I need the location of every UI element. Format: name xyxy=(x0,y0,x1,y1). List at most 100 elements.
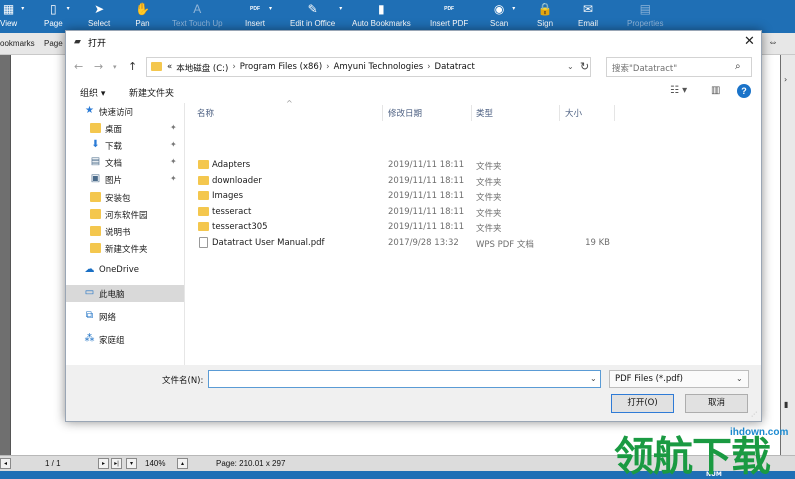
resize-grip-icon[interactable]: ⋰ xyxy=(751,411,757,418)
nav-item-label: 河东软件园 xyxy=(105,211,148,221)
nav-item[interactable]: 新建文件夹 xyxy=(66,240,184,257)
pin-icon[interactable]: ✦ xyxy=(170,140,177,149)
first-page-button[interactable]: ◂ xyxy=(0,458,11,469)
view-tool[interactable]: ▦ ▾ View xyxy=(0,0,24,33)
autobookmarks-tool[interactable]: ▮ Auto Bookmarks xyxy=(352,0,411,33)
chevron-down-icon[interactable]: ⌄ xyxy=(567,62,574,71)
nav-item[interactable]: ⬇ 下载 ✦ xyxy=(66,137,184,154)
zoom-up-button[interactable]: ▴ xyxy=(177,458,188,469)
column-header-size[interactable]: 大小 xyxy=(565,107,582,119)
dropdown-caret-icon[interactable]: ▾ xyxy=(21,6,24,12)
dropdown-caret-icon[interactable]: ▾ xyxy=(67,6,70,12)
file-row[interactable]: Images 2019/11/11 18:11 文件夹 xyxy=(186,189,761,204)
pan-tool[interactable]: ✋ Pan xyxy=(135,0,150,33)
email-tool[interactable]: ✉ Email xyxy=(578,0,598,33)
close-icon[interactable]: ✕ xyxy=(744,34,755,49)
column-separator[interactable] xyxy=(614,105,615,121)
pin-icon[interactable]: ✦ xyxy=(170,157,177,166)
filename-input[interactable]: ⌄ xyxy=(208,370,601,388)
nav-pane-divider[interactable] xyxy=(184,103,185,365)
rail-icon-1[interactable]: › xyxy=(784,75,787,84)
text-touch-up-tool-label: Text Touch Up xyxy=(172,19,223,28)
new-folder-button[interactable]: 新建文件夹 xyxy=(129,86,174,99)
forward-arrow-icon[interactable]: → xyxy=(94,60,103,73)
chevron-down-icon[interactable]: ⌄ xyxy=(736,374,743,383)
nav-item[interactable]: ☁ OneDrive xyxy=(66,262,184,279)
nav-item-label: 新建文件夹 xyxy=(105,245,148,255)
chevron-down-icon[interactable]: ⌄ xyxy=(590,374,597,383)
nav-item[interactable]: ⁂ 家庭组 xyxy=(66,331,184,348)
column-separator[interactable] xyxy=(471,105,472,121)
nav-item-label: OneDrive xyxy=(99,265,139,275)
breadcrumb-separator-icon[interactable]: › xyxy=(427,62,430,74)
search-input[interactable]: 搜索"Datatract" ⌕ xyxy=(606,57,752,77)
file-row[interactable]: tesseract 2019/11/11 18:11 文件夹 xyxy=(186,205,761,220)
nav-item[interactable]: 安装包 xyxy=(66,189,184,206)
breadcrumb-separator-icon[interactable]: › xyxy=(232,62,235,74)
back-arrow-icon[interactable]: ← xyxy=(74,60,83,73)
nav-item[interactable]: 说明书 xyxy=(66,223,184,240)
view-options-icon[interactable]: ☷ ▾ xyxy=(670,85,687,96)
double-arrow-icon[interactable]: ⇔ xyxy=(768,37,778,48)
preview-pane-icon[interactable]: ▥ xyxy=(711,85,720,96)
organize-button[interactable]: 组织 ▾ xyxy=(80,86,105,99)
column-separator[interactable] xyxy=(382,105,383,121)
nav-item[interactable]: ⧉ 网络 xyxy=(66,308,184,325)
page-dropdown-button[interactable]: ▾ xyxy=(126,458,137,469)
file-row[interactable]: Datatract User Manual.pdf 2017/9/28 13:32… xyxy=(186,236,761,251)
watermark: ihdown.com 领航下载 xyxy=(612,415,795,479)
breadcrumb-separator-icon[interactable]: › xyxy=(326,62,329,74)
select-tool-label: Select xyxy=(88,19,111,28)
dropdown-caret-icon[interactable]: ▾ xyxy=(269,6,272,12)
breadcrumb-item[interactable]: « xyxy=(167,62,172,74)
file-row[interactable]: downloader 2019/11/11 18:11 文件夹 xyxy=(186,174,761,189)
address-bar[interactable]: «本地磁盘 (C:) › Program Files (x86) › Amyuni Te… xyxy=(146,57,591,77)
properties-tool[interactable]: ▤ Properties xyxy=(627,0,663,33)
next-page-button[interactable]: ▸ xyxy=(98,458,109,469)
file-row[interactable]: Adapters 2019/11/11 18:11 文件夹 xyxy=(186,158,761,173)
pin-icon[interactable]: ✦ xyxy=(170,174,177,183)
up-arrow-icon[interactable]: ↑ xyxy=(128,60,137,73)
text-touch-up-tool[interactable]: A Text Touch Up xyxy=(172,0,223,33)
eye-icon-glyph: ◉ xyxy=(493,2,505,16)
sign-tool-label: Sign xyxy=(537,19,554,28)
nav-item[interactable]: 桌面 ✦ xyxy=(66,120,184,137)
sign-tool[interactable]: 🔒 Sign xyxy=(537,0,553,33)
column-header-date[interactable]: 修改日期 xyxy=(388,107,422,119)
breadcrumb-item[interactable]: Program Files (x86) xyxy=(240,62,322,74)
edit-in-office-tool[interactable]: ✎ ▾ Edit in Office xyxy=(290,0,342,33)
nav-item-label: 说明书 xyxy=(105,228,131,238)
refresh-icon[interactable]: ↻ xyxy=(580,60,589,73)
scan-tool[interactable]: ◉ ▾ Scan xyxy=(490,0,515,33)
insert-tool[interactable]: PDF ▾ Insert xyxy=(245,0,272,33)
recent-dropdown-icon[interactable]: ▾ xyxy=(113,63,117,71)
rail-icon-2[interactable]: ▮ xyxy=(784,400,788,409)
nav-item-label: 家庭组 xyxy=(99,336,125,346)
nav-item[interactable]: ★ 快速访问 xyxy=(66,103,184,120)
last-page-button[interactable]: ▸| xyxy=(111,458,122,469)
dropdown-caret-icon[interactable]: ▾ xyxy=(339,6,342,12)
filetype-select[interactable]: PDF Files (*.pdf) ⌄ xyxy=(609,370,749,388)
insert-pdf-tool[interactable]: PDF Insert PDF xyxy=(430,0,468,33)
search-icon[interactable]: ⌕ xyxy=(735,61,741,72)
select-tool[interactable]: ➤ Select xyxy=(88,0,110,33)
file-row[interactable]: tesseract305 2019/11/11 18:11 文件夹 xyxy=(186,220,761,235)
cancel-button[interactable]: 取消 xyxy=(685,394,748,413)
column-separator[interactable] xyxy=(559,105,560,121)
nav-item[interactable]: ▤ 文档 ✦ xyxy=(66,154,184,171)
nav-item[interactable]: ▣ 图片 ✦ xyxy=(66,171,184,188)
column-header-name[interactable]: 名称 xyxy=(197,107,214,119)
breadcrumb-item[interactable]: 本地磁盘 (C:) xyxy=(176,62,228,74)
nav-item[interactable]: ▭ 此电脑 xyxy=(66,285,184,302)
breadcrumb-item[interactable]: Amyuni Technologies xyxy=(334,62,424,74)
dropdown-caret-icon[interactable]: ▾ xyxy=(512,6,515,12)
page-tool[interactable]: ▯ ▾ Page xyxy=(44,0,70,33)
nav-item[interactable]: 河东软件园 xyxy=(66,206,184,223)
open-button[interactable]: 打开(O) xyxy=(611,394,674,413)
column-header-type[interactable]: 类型 xyxy=(476,107,493,119)
bookmarks-tab[interactable]: ookmarks xyxy=(0,39,35,48)
pin-icon[interactable]: ✦ xyxy=(170,123,177,132)
help-icon[interactable]: ? xyxy=(737,84,751,98)
breadcrumb-item[interactable]: Datatract xyxy=(435,62,475,74)
page-tab[interactable]: Page xyxy=(44,39,63,48)
